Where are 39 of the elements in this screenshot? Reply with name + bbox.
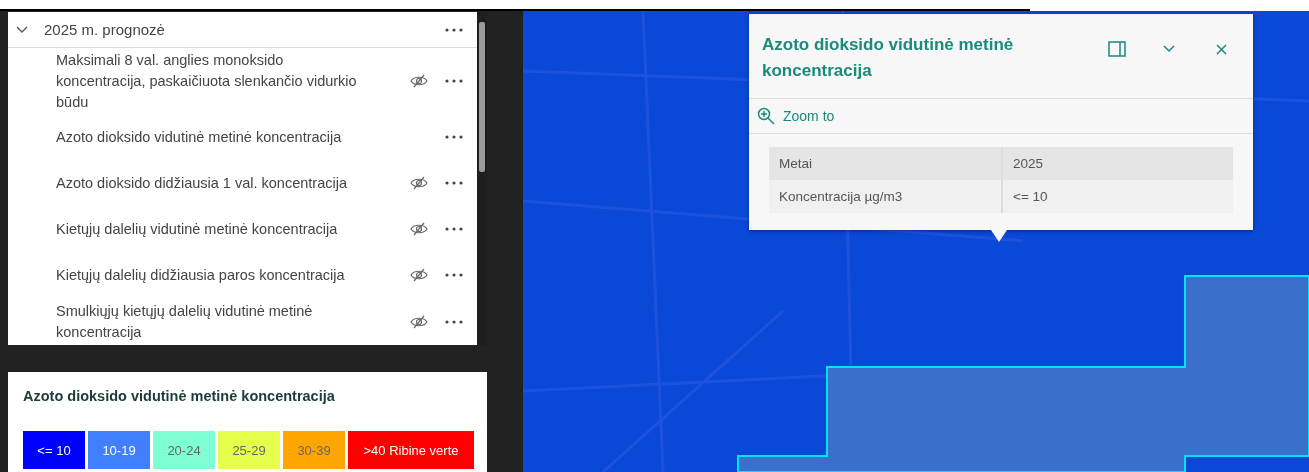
map-view[interactable]: Azoto dioksido vidutinė metinė koncentracija Zoom to Metai 2025 Koncentracija µg/m3 <= 10: [523, 11, 1309, 472]
chevron-icon[interactable]: [16, 25, 28, 34]
layer-name[interactable]: Smulkiųjų kietųjų dalelių vidutinė metinė koncentracija: [56, 300, 396, 343]
layer-group-title[interactable]: 2025 m. prognozė: [44, 21, 445, 39]
more-icon[interactable]: [445, 27, 463, 32]
legend-swatch: >40 Ribine verte: [348, 431, 474, 469]
layer-name[interactable]: Azoto dioksido didžiausia 1 val. koncentracija: [56, 172, 396, 194]
field-value: <= 10: [1001, 180, 1233, 213]
layer-name[interactable]: Azoto dioksido vidutinė metinė koncentracija: [56, 126, 396, 148]
legend-swatch: 25-29: [218, 431, 280, 469]
legend-swatch: 20-24: [153, 431, 215, 469]
legend-title: Azoto dioksido vidutinė metinė koncentracija: [23, 388, 336, 404]
zoom-to-button[interactable]: Zoom to: [749, 99, 843, 133]
popup-title: Azoto dioksido vidutinė metinė koncentracija: [762, 34, 1015, 82]
field-label: Metai: [778, 155, 813, 173]
popup-pointer: [991, 230, 1007, 242]
close-icon[interactable]: [1215, 43, 1227, 55]
legend-swatch: 10-19: [88, 431, 150, 469]
zoom-in-icon[interactable]: [757, 107, 775, 125]
more-icon[interactable]: [445, 135, 463, 140]
eye-off-icon[interactable]: [410, 176, 428, 191]
layer-name[interactable]: Maksimali 8 val. anglies monoksido koncentracija, paskaičiuota slenkančio vidurkio būdu: [56, 49, 396, 113]
chevron-down-icon[interactable]: [1163, 45, 1175, 53]
more-icon[interactable]: [445, 79, 463, 84]
more-icon[interactable]: [445, 227, 463, 232]
layer-name[interactable]: Kietųjų dalelių didžiausia paros koncentracija: [56, 264, 396, 286]
layer-name[interactable]: Kietųjų dalelių vidutinė metinė koncentracija: [56, 218, 396, 240]
legend-swatch: <= 10: [23, 431, 85, 469]
eye-off-icon[interactable]: [410, 74, 428, 89]
eye-off-icon[interactable]: [410, 222, 428, 237]
more-icon[interactable]: [445, 319, 463, 324]
field-label: Koncentracija µg/m3: [778, 188, 904, 206]
more-icon[interactable]: [445, 273, 463, 278]
eye-off-icon[interactable]: [410, 268, 428, 283]
legend-swatch: 30-39: [283, 431, 345, 469]
scrollbar[interactable]: [477, 12, 487, 345]
more-icon[interactable]: [445, 181, 463, 186]
eye-off-icon[interactable]: [410, 314, 428, 329]
dock-icon[interactable]: [1108, 41, 1126, 57]
